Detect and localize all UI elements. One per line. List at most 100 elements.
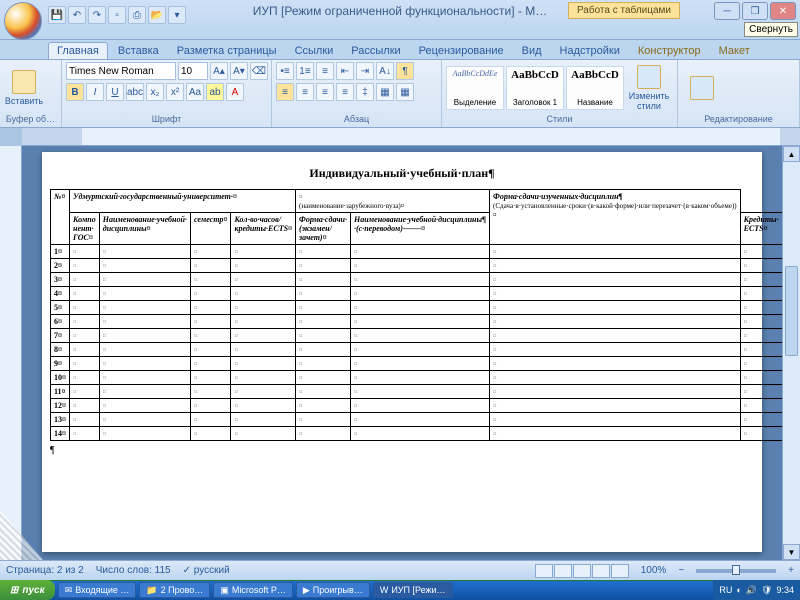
style-item[interactable]: AaBbCcDЗаголовок 1 <box>506 66 564 110</box>
minimize-button[interactable]: ─ <box>714 2 740 20</box>
font-size-select[interactable]: 10 <box>178 62 208 80</box>
style-item[interactable]: AaBbCcDdEeВыделение <box>446 66 504 110</box>
view-draft-button[interactable] <box>611 564 629 578</box>
tab-review[interactable]: Рецензирование <box>411 43 512 59</box>
vertical-ruler[interactable] <box>0 146 22 560</box>
paste-button[interactable]: Вставить <box>4 64 44 112</box>
task-item[interactable]: ✉ Входящие … <box>58 582 137 598</box>
table-row[interactable]: 14¤¤¤¤¤¤¤¤¤ <box>51 427 783 441</box>
undo-icon[interactable]: ↶ <box>68 6 86 24</box>
table-row[interactable]: 11¤¤¤¤¤¤¤¤¤ <box>51 385 783 399</box>
status-lang[interactable]: ✓ русский <box>183 565 230 576</box>
task-item[interactable]: 📁 2 Прово… <box>139 582 210 598</box>
task-item-active[interactable]: W ИУП [Режи… <box>373 582 453 598</box>
table-row[interactable]: 10¤¤¤¤¤¤¤¤¤ <box>51 371 783 385</box>
table-row[interactable]: 2¤¤¤¤¤¤¤¤¤ <box>51 259 783 273</box>
table-row[interactable]: 8¤¤¤¤¤¤¤¤¤ <box>51 343 783 357</box>
italic-button[interactable]: I <box>86 83 104 101</box>
tray-icon[interactable]: 🔊 <box>746 585 757 596</box>
line-spacing-button[interactable]: ‡ <box>356 83 374 101</box>
justify-button[interactable]: ≡ <box>336 83 354 101</box>
find-button[interactable] <box>682 64 722 112</box>
save-icon[interactable]: 💾 <box>48 6 66 24</box>
tab-layout[interactable]: Разметка страницы <box>169 43 285 59</box>
scroll-up-icon[interactable]: ▲ <box>783 146 800 162</box>
table-row[interactable]: 6¤¤¤¤¤¤¤¤¤ <box>51 315 783 329</box>
tray-clock[interactable]: 9:34 <box>776 585 794 595</box>
task-item[interactable]: ▣ Microsoft P… <box>213 582 293 598</box>
open-icon[interactable]: 📂 <box>148 6 166 24</box>
numbering-button[interactable]: 1≡ <box>296 62 314 80</box>
scroll-thumb[interactable] <box>785 266 798 356</box>
view-web-button[interactable] <box>573 564 591 578</box>
strike-button[interactable]: abc <box>126 83 144 101</box>
align-right-button[interactable]: ≡ <box>316 83 334 101</box>
curriculum-table[interactable]: №¤ Удмуртский·государственный·университе… <box>50 189 782 441</box>
new-icon[interactable]: ▫ <box>108 6 126 24</box>
tab-table-layout[interactable]: Макет <box>711 43 758 59</box>
tab-view[interactable]: Вид <box>514 43 550 59</box>
multilevel-button[interactable]: ≡ <box>316 62 334 80</box>
print-icon[interactable]: ⎙ <box>128 6 146 24</box>
tray-lang[interactable]: RU <box>719 585 732 595</box>
clear-format-button[interactable]: ⌫ <box>250 62 268 80</box>
bullets-button[interactable]: •≡ <box>276 62 294 80</box>
tab-design[interactable]: Конструктор <box>630 43 709 59</box>
change-case-button[interactable]: Aa <box>186 83 204 101</box>
horizontal-ruler[interactable] <box>22 128 800 146</box>
view-print-button[interactable] <box>535 564 553 578</box>
change-styles-button[interactable]: Изменить стили <box>626 64 672 112</box>
tab-mailings[interactable]: Рассылки <box>343 43 408 59</box>
table-row[interactable]: 9¤¤¤¤¤¤¤¤¤ <box>51 357 783 371</box>
tray-icon[interactable]: ◐ <box>736 585 741 595</box>
page-scroll[interactable]: Индивидуальный·учебный·план¶ №¤ Удмуртск… <box>22 146 782 560</box>
office-button[interactable] <box>4 2 42 40</box>
shrink-font-button[interactable]: A▾ <box>230 62 248 80</box>
task-item[interactable]: ▶ Проигрыв… <box>296 582 370 598</box>
font-color-button[interactable]: A <box>226 83 244 101</box>
styles-gallery[interactable]: AaBbCcDdEeВыделение AaBbCcDЗаголовок 1 A… <box>446 66 624 110</box>
table-row[interactable]: 3¤¤¤¤¤¤¤¤¤ <box>51 273 783 287</box>
vertical-scrollbar[interactable]: ▲ ▼ <box>782 146 800 560</box>
view-read-button[interactable] <box>554 564 572 578</box>
show-marks-button[interactable]: ¶ <box>396 62 414 80</box>
font-family-select[interactable]: Times New Roman <box>66 62 176 80</box>
table-row[interactable]: 4¤¤¤¤¤¤¤¤¤ <box>51 287 783 301</box>
zoom-value[interactable]: 100% <box>641 565 667 576</box>
start-button[interactable]: ⊞ пуск <box>0 580 55 600</box>
close-button[interactable]: ✕ <box>770 2 796 20</box>
subscript-button[interactable]: x₂ <box>146 83 164 101</box>
sort-button[interactable]: A↓ <box>376 62 394 80</box>
zoom-out-button[interactable]: − <box>678 565 684 576</box>
zoom-in-button[interactable]: + <box>788 565 794 576</box>
table-row[interactable]: 1¤¤¤¤¤¤¤¤¤ <box>51 245 783 259</box>
table-row[interactable]: 5¤¤¤¤¤¤¤¤¤ <box>51 301 783 315</box>
indent-dec-button[interactable]: ⇤ <box>336 62 354 80</box>
view-outline-button[interactable] <box>592 564 610 578</box>
table-row[interactable]: 13¤¤¤¤¤¤¤¤¤ <box>51 413 783 427</box>
zoom-slider[interactable] <box>696 569 776 573</box>
align-left-button[interactable]: ≡ <box>276 83 294 101</box>
tab-addins[interactable]: Надстройки <box>552 43 628 59</box>
restore-button[interactable]: ❐ <box>742 2 768 20</box>
underline-button[interactable]: U <box>106 83 124 101</box>
style-item[interactable]: AaBbCcDНазвание <box>566 66 624 110</box>
redo-icon[interactable]: ↷ <box>88 6 106 24</box>
tab-references[interactable]: Ссылки <box>287 43 342 59</box>
qat-more-icon[interactable]: ▾ <box>168 6 186 24</box>
status-page[interactable]: Страница: 2 из 2 <box>6 565 84 576</box>
tab-insert[interactable]: Вставка <box>110 43 167 59</box>
superscript-button[interactable]: x² <box>166 83 184 101</box>
tab-home[interactable]: Главная <box>48 42 108 59</box>
zoom-knob[interactable] <box>732 565 740 575</box>
grow-font-button[interactable]: A▴ <box>210 62 228 80</box>
highlight-button[interactable]: ab <box>206 83 224 101</box>
table-row[interactable]: 7¤¤¤¤¤¤¤¤¤ <box>51 329 783 343</box>
table-row[interactable]: 12¤¤¤¤¤¤¤¤¤ <box>51 399 783 413</box>
shading-button[interactable]: ▦ <box>376 83 394 101</box>
indent-inc-button[interactable]: ⇥ <box>356 62 374 80</box>
tray-icon[interactable]: 🛡 <box>761 585 772 596</box>
borders-button[interactable]: ▦ <box>396 83 414 101</box>
status-words[interactable]: Число слов: 115 <box>96 565 171 576</box>
align-center-button[interactable]: ≡ <box>296 83 314 101</box>
